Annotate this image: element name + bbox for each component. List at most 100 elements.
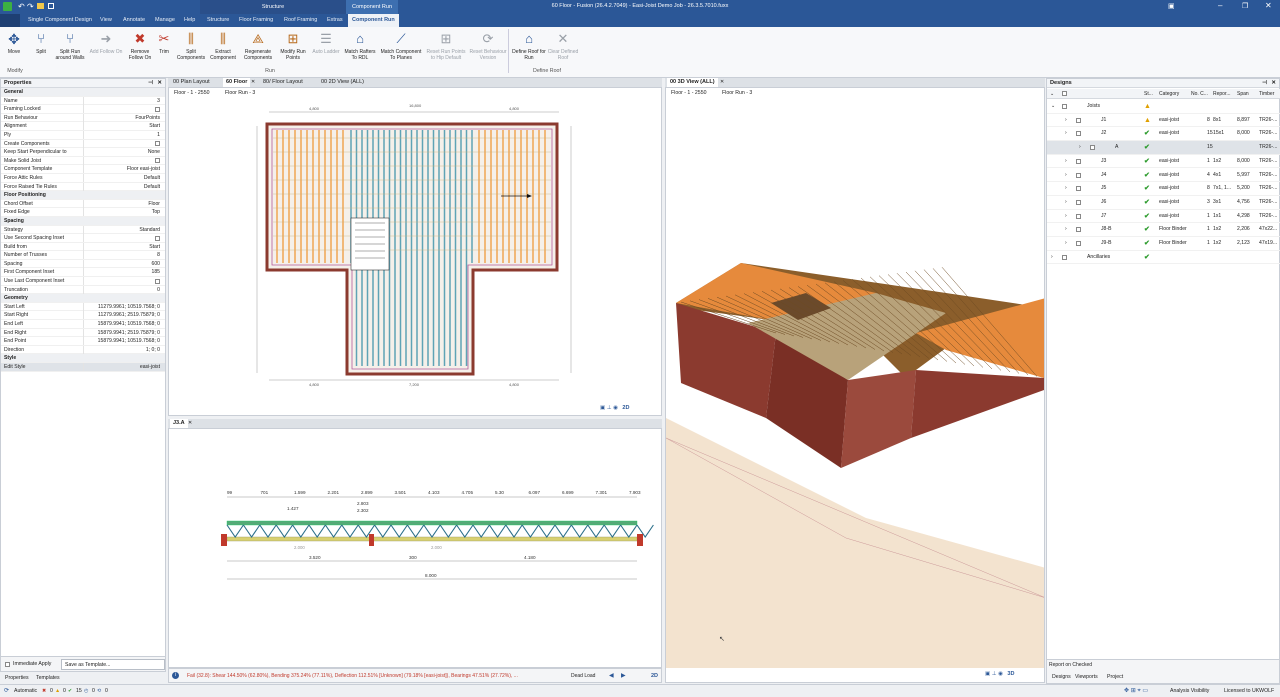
designs-close-icon[interactable]: ✕ xyxy=(1271,79,1276,88)
expander-icon[interactable]: › xyxy=(1065,223,1067,237)
3d-layers-icon[interactable]: ▣ xyxy=(985,671,990,677)
close-button[interactable]: ✕ xyxy=(1265,1,1272,10)
property-value[interactable]: 8 xyxy=(157,251,160,260)
property-checkbox[interactable] xyxy=(155,141,160,147)
property-row[interactable]: Use Second Spacing Inset xyxy=(1,234,165,243)
prev-icon[interactable]: ◀ xyxy=(609,672,614,679)
property-value[interactable]: 1; 0; 0 xyxy=(146,346,160,355)
save-icon[interactable] xyxy=(48,3,54,9)
status-tool-icons[interactable]: ✥ ⊞ ⌖ ▭ xyxy=(1124,685,1148,697)
property-row[interactable]: Create Components xyxy=(1,139,165,149)
expander-icon[interactable]: › xyxy=(1065,182,1067,196)
close-panel-icon[interactable]: ✕ xyxy=(157,79,162,88)
property-row[interactable]: Alignment Start xyxy=(1,122,165,131)
property-row[interactable]: Component Template Floor easi-joist xyxy=(1,165,165,174)
extract-component-button[interactable]: ⫼ Extract Component xyxy=(207,29,239,61)
remove-follow-on-button[interactable]: ✖ Remove Follow On xyxy=(125,29,155,61)
tab-component-run[interactable]: Component Run xyxy=(348,14,399,27)
property-row[interactable]: Name 3 xyxy=(1,96,165,106)
property-value[interactable]: 3 xyxy=(157,97,160,106)
property-row[interactable]: End Point 15879.9941; 10519.7568; 0 xyxy=(1,337,165,346)
row-checkbox[interactable] xyxy=(1076,158,1081,164)
expander-icon[interactable]: › xyxy=(1065,127,1067,141)
design-row[interactable]: › J6 ✔ easi-joist 3 3x1 4,756 TR26-... xyxy=(1047,196,1280,210)
property-value[interactable]: 11279.9961; 2519.75879; 0 xyxy=(98,311,160,320)
row-checkbox[interactable] xyxy=(1076,172,1081,178)
plan-crumb-floor[interactable]: Floor - 1 - 2550 xyxy=(174,90,209,96)
move-button[interactable]: ✥ Move xyxy=(2,29,26,55)
row-checkbox[interactable] xyxy=(1062,254,1067,260)
design-row[interactable]: › J4 ✔ easi-joist 4 4x1 5,997 TR26-... xyxy=(1047,169,1280,183)
col-no[interactable]: No. C... xyxy=(1191,89,1208,99)
tab-designs[interactable]: Designs xyxy=(1052,674,1071,680)
design-row[interactable]: › J5 ✔ easi-joist 8 7x1, 1... 5,200 TR26-... xyxy=(1047,182,1280,196)
property-value[interactable]: Start xyxy=(149,243,160,252)
property-row[interactable]: Ply 1 xyxy=(1,130,165,140)
redo-icon[interactable]: ↷ xyxy=(27,2,34,11)
property-value[interactable]: 0 xyxy=(157,286,160,295)
file-tab[interactable] xyxy=(0,14,20,27)
property-value[interactable]: 11279.9961; 10519.7568; 0 xyxy=(98,303,160,312)
pin-icon[interactable]: ⊣ xyxy=(148,79,153,88)
property-checkbox[interactable] xyxy=(155,158,160,164)
doctab-plan-layout[interactable]: 00 Plan Layout xyxy=(170,78,213,87)
doctab-2d-view[interactable]: 00 2D View (ALL) xyxy=(318,78,367,87)
property-row[interactable]: Fixed Edge Top xyxy=(1,208,165,217)
add-follow-on-button[interactable]: ➜ Add Follow On xyxy=(88,29,124,55)
design-row[interactable]: ⌄ Joists ▲ xyxy=(1047,100,1280,114)
design-row[interactable]: › J3 ✔ easi-joist 1 1x2 8,000 TR26-... xyxy=(1047,155,1280,169)
property-row[interactable]: Framing Locked xyxy=(1,105,165,114)
row-checkbox[interactable] xyxy=(1076,199,1081,205)
select-all-checkbox[interactable] xyxy=(1062,91,1067,96)
info-icon[interactable]: i xyxy=(172,672,179,679)
fail-message[interactable]: Fail (32.8): Shear 144.50% (62.80%), Ben… xyxy=(187,673,559,679)
collapse-all-icon[interactable]: ⌄ xyxy=(1050,89,1054,99)
analysis-visibility[interactable]: Analysis Visibility xyxy=(1170,685,1209,697)
close-j3a-icon[interactable]: ✕ xyxy=(188,420,192,426)
doctab-60-floor[interactable]: 60 Floor xyxy=(223,78,251,87)
tab-roof-framing[interactable]: Roof Framing xyxy=(284,14,317,27)
property-value[interactable]: 185 xyxy=(152,268,161,277)
split-run-around-walls-button[interactable]: ⑂ Split Run around Walls xyxy=(54,29,86,61)
property-row[interactable]: Make Solid Joist xyxy=(1,156,165,166)
layers-icon[interactable]: ▣ xyxy=(600,405,605,411)
row-checkbox[interactable] xyxy=(1090,145,1095,151)
tab-help[interactable]: Help xyxy=(184,14,195,27)
tab-manage[interactable]: Manage xyxy=(155,14,175,27)
joist-viewport[interactable]: 99 701 1.599 2.201 2.899 3.501 4.103 4.705 5.30 6… xyxy=(168,428,662,668)
row-checkbox[interactable] xyxy=(1076,186,1081,192)
property-row[interactable]: First Component Inset 185 xyxy=(1,268,165,278)
eye-icon[interactable]: ◉ xyxy=(613,405,618,411)
property-row[interactable]: Force Raised Tie Rules Default xyxy=(1,182,165,192)
tab-extras[interactable]: Extras xyxy=(327,14,343,27)
tab-viewports[interactable]: Viewports xyxy=(1075,674,1098,680)
design-row[interactable]: › J9-B ✔ Floor Binder 1 1x2 2,123 47x19... xyxy=(1047,237,1280,251)
modify-run-points-button[interactable]: ⊞ Modify Run Points xyxy=(277,29,309,61)
doctab-floor-layout[interactable]: 80/ Floor Layout xyxy=(260,78,306,87)
property-row[interactable]: Build from Start xyxy=(1,242,165,252)
property-row[interactable]: Run Behaviour FourPoints xyxy=(1,113,165,123)
property-row[interactable]: Direction 1; 0; 0 xyxy=(1,345,165,355)
match-rafters-button[interactable]: ⌂ Match Rafters To RDL xyxy=(342,29,378,61)
plan-viewport[interactable]: Floor - 1 - 2550 Floor Run - 3 4,800 16,… xyxy=(168,87,662,416)
dead-load-select[interactable]: Dead Load xyxy=(571,673,595,679)
save-as-template-button[interactable]: Save as Template... xyxy=(61,659,165,670)
property-checkbox[interactable] xyxy=(155,235,160,241)
reset-behaviour-version-button[interactable]: ⟳ Reset Behaviour Version xyxy=(468,29,508,61)
close-tab-icon[interactable]: ✕ xyxy=(251,79,255,85)
expander-icon[interactable]: › xyxy=(1051,251,1053,265)
expander-icon[interactable]: › xyxy=(1065,114,1067,128)
designs-pin-icon[interactable]: ⊣ xyxy=(1262,79,1267,88)
reset-run-points-button[interactable]: ⊞ Reset Run Points to Hip Default xyxy=(424,29,468,61)
row-checkbox[interactable] xyxy=(1076,117,1081,123)
plan-crumb-run[interactable]: Floor Run - 3 xyxy=(225,90,255,96)
property-value[interactable]: 15879.9941; 10519.7568; 0 xyxy=(98,337,160,346)
3d-filter-icon[interactable]: ⊥ xyxy=(992,671,997,677)
regenerate-components-button[interactable]: ⟁ Regenerate Components xyxy=(239,29,277,61)
property-value[interactable]: Default xyxy=(144,183,160,192)
design-row[interactable]: › J8-B ✔ Floor Binder 1 1x2 2,206 47x22... xyxy=(1047,223,1280,237)
tab-single-component-design[interactable]: Single Component Design xyxy=(28,14,92,27)
undo-icon[interactable]: ↶ xyxy=(18,2,25,11)
col-span[interactable]: Span xyxy=(1237,89,1249,99)
design-row[interactable]: › J7 ✔ easi-joist 1 1x1 4,298 TR26-... xyxy=(1047,210,1280,224)
